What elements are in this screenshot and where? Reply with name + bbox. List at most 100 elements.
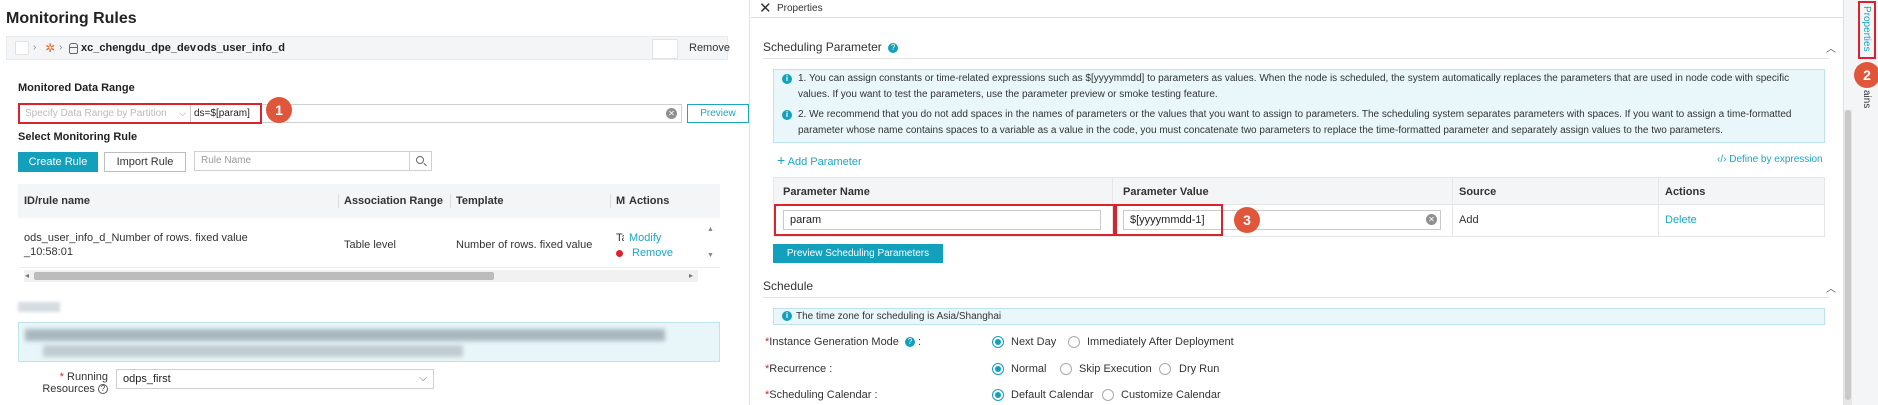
table-horizontal-scrollbar[interactable]: ◂ ▸ bbox=[24, 270, 698, 282]
scrollbar-thumb[interactable] bbox=[1845, 110, 1851, 400]
remove-link[interactable]: Remove bbox=[632, 247, 673, 259]
rules-table-header: ID/rule name Association Range Template … bbox=[18, 184, 720, 218]
create-rule-button[interactable]: Create Rule bbox=[18, 152, 98, 172]
database-icon bbox=[69, 43, 78, 54]
properties-title: Properties bbox=[777, 3, 823, 14]
radio-default-calendar-label: Default Calendar bbox=[1011, 389, 1094, 401]
breadcrumb-table[interactable]: ods_user_info_d bbox=[197, 42, 285, 54]
column-divider bbox=[1658, 178, 1659, 236]
plus-icon: + bbox=[777, 152, 786, 168]
sidebar-tab-properties[interactable]: Properties bbox=[1861, 6, 1872, 52]
calendar-label: *Scheduling Calendar : bbox=[765, 389, 878, 401]
table-vertical-scrollbar[interactable]: ▲ ▼ bbox=[706, 222, 716, 268]
page-title: Monitoring Rules bbox=[6, 10, 137, 27]
template-value: Number of rows. fixed value bbox=[456, 239, 593, 251]
scrollbar-thumb[interactable] bbox=[34, 272, 494, 280]
import-rule-button[interactable]: Import Rule bbox=[104, 152, 186, 172]
collapse-icon[interactable]: ︿ bbox=[1826, 40, 1836, 55]
running-resources-select[interactable]: odps_first ⌵ bbox=[116, 369, 434, 389]
col-template: Template bbox=[456, 195, 504, 207]
breadcrumb-blank-box bbox=[652, 39, 678, 59]
search-icon bbox=[416, 156, 424, 164]
col-parameter-name: Parameter Name bbox=[783, 186, 870, 198]
scroll-left-icon[interactable]: ◂ bbox=[25, 271, 29, 280]
scheduling-parameter-title: Scheduling Parameter ? bbox=[763, 40, 899, 54]
partition-select[interactable]: Specify Data Range by Partition ⌵ bbox=[22, 106, 190, 121]
clear-icon[interactable]: ✕ bbox=[666, 108, 677, 119]
radio-customize-calendar[interactable] bbox=[1102, 389, 1114, 401]
partition-expression-input[interactable]: ds=$[param] bbox=[194, 106, 250, 121]
radio-next-day-label: Next Day bbox=[1011, 336, 1057, 348]
preview-button[interactable]: Preview bbox=[687, 104, 749, 123]
step-badge-1: 1 bbox=[266, 97, 292, 123]
delete-link[interactable]: Delete bbox=[1665, 214, 1697, 226]
rule-name-search[interactable]: Rule Name bbox=[194, 151, 432, 171]
breadcrumb-checkbox[interactable] bbox=[15, 41, 29, 55]
breadcrumb-remove-link[interactable]: Remove bbox=[689, 42, 730, 54]
modify-link[interactable]: Modify bbox=[629, 232, 661, 244]
col-actions: Actions bbox=[629, 195, 670, 207]
question-icon[interactable]: ? bbox=[904, 337, 915, 348]
running-resources-label-line1: Running bbox=[67, 371, 108, 383]
blurred-content bbox=[43, 345, 463, 357]
monitoring-rules-panel: Monitoring Rules › ✲ › xc_chengdu_dpe_de… bbox=[0, 0, 750, 405]
step-badge-2: 2 bbox=[1854, 62, 1878, 88]
breadcrumb: › ✲ › xc_chengdu_dpe_dev › ods_user_info… bbox=[6, 36, 730, 60]
parameter-name-highlight bbox=[774, 204, 1115, 236]
running-resources-label: * Running Resources ? bbox=[40, 371, 108, 395]
parameter-table-header: Parameter Name Parameter Value Source Ac… bbox=[774, 178, 1824, 205]
define-by-expression-label: Define by expression bbox=[1729, 154, 1823, 165]
radio-default-calendar[interactable] bbox=[992, 389, 1004, 401]
add-parameter-button[interactable]: + Add Parameter bbox=[777, 152, 862, 168]
radio-normal-label: Normal bbox=[1011, 363, 1047, 375]
search-button[interactable] bbox=[409, 152, 431, 170]
section-divider bbox=[763, 58, 1829, 59]
code-icon: ‹/› bbox=[1717, 154, 1727, 165]
blurred-content bbox=[25, 329, 665, 341]
rule-name-placeholder: Rule Name bbox=[201, 155, 252, 166]
radio-customize-calendar-label: Customize Calendar bbox=[1121, 389, 1221, 401]
radio-skip-execution-label: Skip Execution bbox=[1079, 363, 1152, 375]
preview-scheduling-parameters-button[interactable]: Preview Scheduling Parameters bbox=[773, 244, 943, 263]
radio-normal[interactable] bbox=[992, 363, 1004, 375]
scheduling-parameter-info: i 1. You can assign constants or time-re… bbox=[773, 69, 1825, 143]
scroll-down-icon[interactable]: ▼ bbox=[707, 252, 714, 259]
radio-skip-execution[interactable] bbox=[1060, 363, 1072, 375]
radio-dry-run[interactable] bbox=[1159, 363, 1171, 375]
scroll-right-icon[interactable]: ▸ bbox=[689, 271, 693, 280]
column-divider bbox=[610, 194, 611, 208]
help-icon[interactable]: ? bbox=[98, 384, 108, 395]
blurred-info-panel bbox=[18, 322, 720, 362]
info-icon: i bbox=[782, 74, 792, 84]
required-mark: * bbox=[59, 371, 64, 383]
col-actions: Actions bbox=[1665, 186, 1706, 198]
col-association-range: Association Range bbox=[344, 195, 444, 207]
info-icon: i bbox=[782, 110, 792, 120]
add-parameter-label: Add Parameter bbox=[787, 156, 862, 168]
sidebar-tab-secondary[interactable]: ains bbox=[1861, 90, 1872, 108]
scroll-up-icon[interactable]: ▲ bbox=[707, 226, 714, 233]
breadcrumb-separator: › bbox=[59, 42, 63, 53]
column-divider bbox=[1452, 178, 1453, 236]
radio-immediately[interactable] bbox=[1068, 336, 1080, 348]
partition-expression-field[interactable]: ✕ bbox=[262, 104, 682, 123]
question-icon[interactable]: ? bbox=[888, 42, 899, 53]
define-by-expression-link[interactable]: ‹/› Define by expression bbox=[1717, 154, 1823, 165]
source-value: Add bbox=[1459, 214, 1479, 226]
timezone-info: i The time zone for scheduling is Asia/S… bbox=[773, 308, 1825, 325]
panel-scrollbar[interactable] bbox=[1844, 110, 1852, 405]
chevron-down-icon: ⌵ bbox=[419, 373, 427, 384]
association-range-value: Table level bbox=[344, 239, 396, 251]
clear-icon[interactable]: ✕ bbox=[1426, 214, 1437, 225]
properties-header: ✕ Properties bbox=[751, 0, 1843, 18]
breadcrumb-workspace[interactable]: xc_chengdu_dpe_dev bbox=[81, 42, 196, 54]
recurrence-label-text: Recurrence : bbox=[769, 363, 833, 375]
column-divider bbox=[450, 194, 451, 208]
info-paragraph-1: 1. You can assign constants or time-rela… bbox=[798, 73, 1790, 100]
column-divider bbox=[338, 194, 339, 208]
rule-name-line2: _10:58:01 bbox=[24, 246, 73, 258]
radio-next-day[interactable] bbox=[992, 336, 1004, 348]
divider bbox=[190, 105, 191, 122]
collapse-icon[interactable]: ︿ bbox=[1826, 280, 1836, 295]
close-icon[interactable]: ✕ bbox=[759, 0, 772, 17]
